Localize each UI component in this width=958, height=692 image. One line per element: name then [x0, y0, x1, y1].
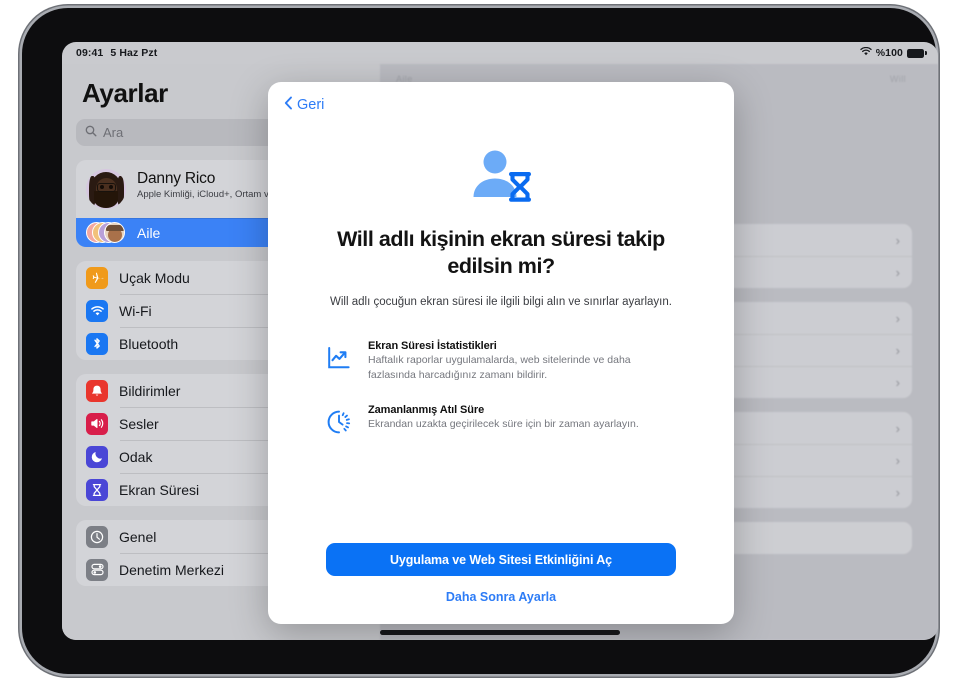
sidebar-item-label: Uçak Modu — [119, 269, 190, 286]
sidebar-item-label: Bildirimler — [119, 382, 181, 399]
chevron-right-icon: › — [895, 232, 900, 248]
speaker-icon — [86, 412, 108, 435]
status-bar-left: 09:41 5 Haz Pzt — [76, 47, 157, 59]
back-button[interactable]: Geri — [268, 82, 324, 114]
bell-icon — [86, 379, 108, 402]
chevron-right-icon: › — [895, 310, 900, 326]
moon-icon — [86, 445, 108, 468]
chevron-right-icon: › — [895, 342, 900, 358]
sidebar-item-label: Ekran Süresi — [119, 481, 200, 498]
sidebar-item-label: Odak — [119, 448, 153, 465]
gear-icon — [86, 525, 108, 548]
chevron-right-icon: › — [895, 264, 900, 280]
battery-full-icon — [907, 48, 927, 58]
feature-title: Zamanlanmış Atıl Süre — [368, 404, 485, 416]
enable-app-web-activity-button[interactable]: Uygulama ve Web Sitesi Etkinliğini Aç — [326, 543, 676, 576]
status-time: 09:41 — [76, 47, 104, 59]
sidebar-item-label: Sesler — [119, 415, 159, 432]
feature-list: Ekran Süresi İstatistikleri Haftalık rap… — [326, 340, 676, 435]
memoji-avatar — [86, 169, 126, 209]
sidebar-item-label: Aile — [137, 224, 161, 241]
chevron-right-icon: › — [895, 484, 900, 500]
ipad-device-frame: 09:41 5 Haz Pzt %100 Ayarlar Ara Danny R… — [22, 8, 938, 674]
search-placeholder: Ara — [103, 125, 124, 140]
chart-uptrend-icon — [326, 345, 352, 371]
modal-subtitle: Will adlı çocuğun ekran süresi ile ilgil… — [330, 296, 672, 308]
chevron-right-icon: › — [895, 452, 900, 468]
chevron-right-icon: › — [895, 374, 900, 390]
feature-screen-time-stats: Ekran Süresi İstatistikleri Haftalık rap… — [326, 340, 676, 382]
bluetooth-icon — [86, 332, 108, 355]
ipad-screen: 09:41 5 Haz Pzt %100 Ayarlar Ara Danny R… — [62, 42, 938, 640]
sidebar-item-label: Denetim Merkezi — [119, 561, 225, 578]
control-center-icon — [86, 558, 108, 581]
sidebar-item-label: Bluetooth — [119, 335, 179, 352]
status-bar-right: %100 — [860, 46, 927, 59]
sidebar-item-label: Wi-Fi — [119, 302, 152, 319]
status-date: 5 Haz Pzt — [110, 47, 158, 59]
set-up-later-button[interactable]: Daha Sonra Ayarla — [326, 590, 676, 604]
person-with-hourglass-icon — [467, 148, 535, 206]
downtime-clock-icon — [326, 409, 352, 435]
feature-description: Haftalık raporlar uygulamalarda, web sit… — [368, 354, 631, 381]
search-icon — [85, 125, 97, 140]
modal-body: Will adlı kişinin ekran süresi takip edi… — [268, 114, 734, 543]
home-indicator[interactable] — [380, 630, 620, 635]
chevron-left-icon — [284, 96, 293, 114]
airplane-icon — [86, 266, 108, 289]
feature-title: Ekran Süresi İstatistikleri — [368, 340, 497, 352]
wifi-icon — [86, 299, 108, 322]
wifi-icon — [860, 46, 872, 59]
screen-time-modal: Geri Will adlı kişinin ekran süresi taki… — [268, 82, 734, 624]
battery-label: %100 — [875, 47, 903, 59]
modal-title: Will adlı kişinin ekran süresi takip edi… — [337, 227, 665, 278]
status-bar: 09:41 5 Haz Pzt %100 — [62, 42, 938, 64]
back-button-label: Geri — [297, 97, 325, 113]
feature-description: Ekrandan uzakta geçirilecek süre için bi… — [368, 418, 639, 430]
sidebar-item-label: Genel — [119, 528, 157, 545]
detail-header-right: Will — [889, 74, 906, 84]
modal-actions: Uygulama ve Web Sitesi Etkinliğini Aç Da… — [268, 543, 734, 624]
feature-scheduled-downtime: Zamanlanmış Atıl Süre Ekrandan uzakta ge… — [326, 404, 676, 435]
chevron-right-icon: › — [895, 420, 900, 436]
family-avatars — [86, 221, 126, 244]
hourglass-icon — [86, 478, 108, 501]
